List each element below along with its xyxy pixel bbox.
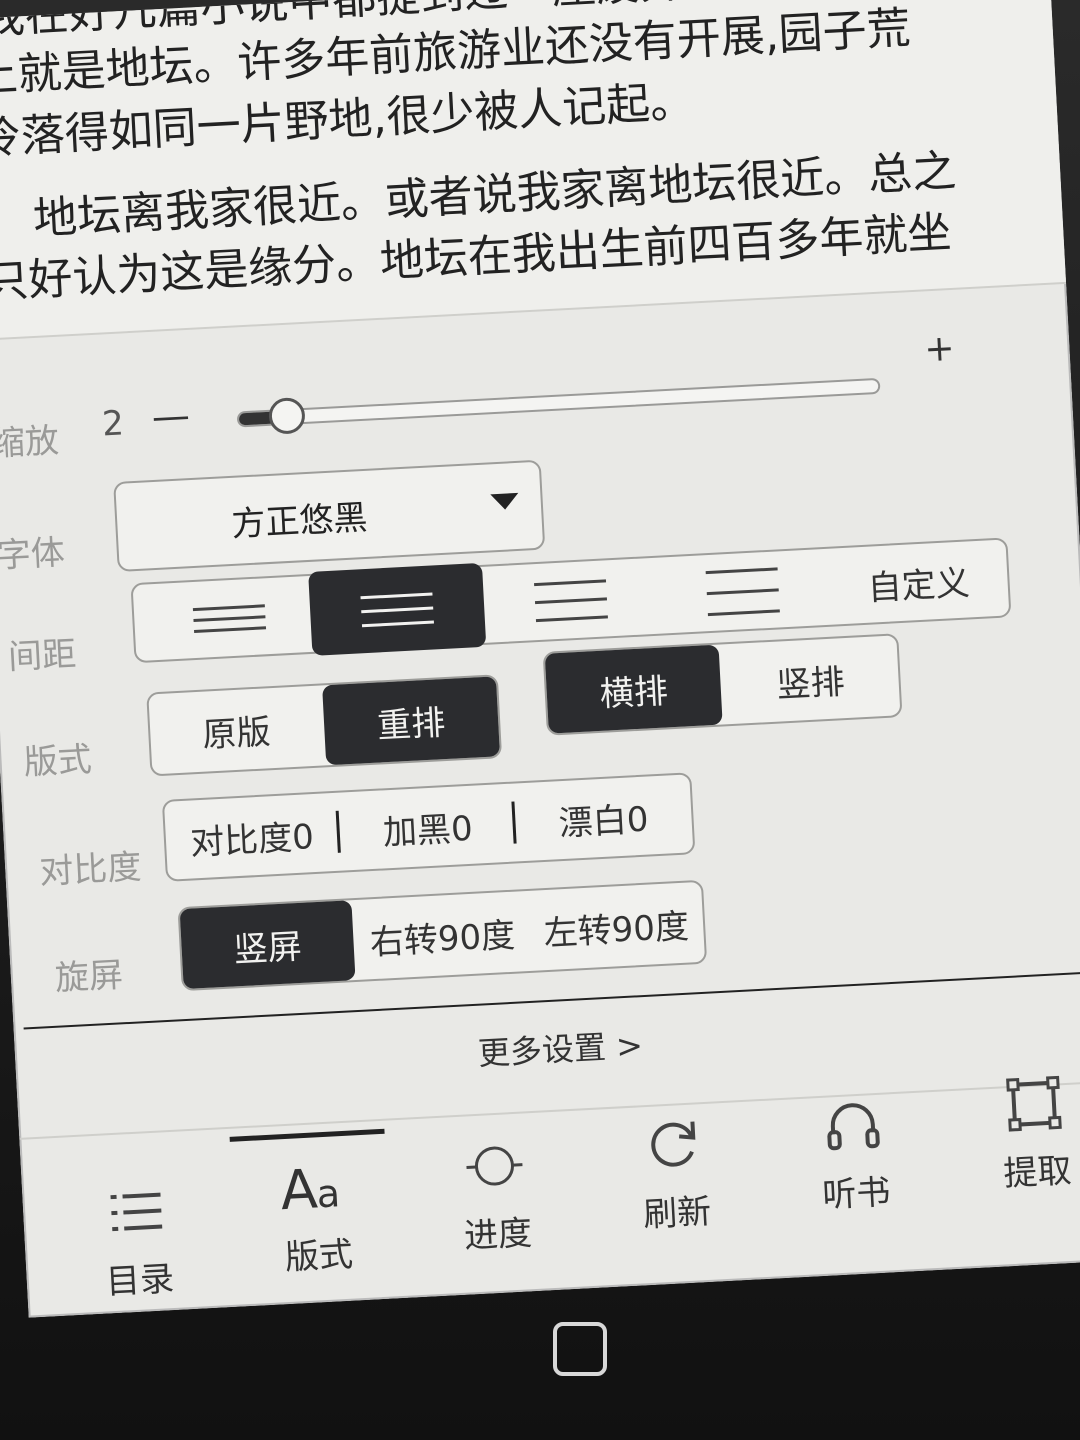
tab-label: 进度: [463, 1213, 534, 1257]
tab-toc[interactable]: 目录: [60, 1173, 216, 1306]
tab-label: 刷新: [642, 1191, 713, 1236]
spacing-wider-icon: [705, 566, 780, 616]
tab-extract[interactable]: 提取: [957, 1065, 1080, 1198]
contrast-label: 对比度: [38, 847, 143, 893]
zoom-value: 2: [101, 403, 125, 445]
ereader-device: 我在好几篇小说中都提到过一座废弃的古园,实际 上就是地坛。许多年前旅游业还没有开…: [0, 0, 1080, 1440]
zoom-plus-button[interactable]: +: [923, 328, 955, 371]
whiten-button[interactable]: 漂白0: [515, 774, 691, 861]
spacing-wide-icon: [533, 578, 608, 622]
ereader-screen: 我在好几篇小说中都提到过一座废弃的古园,实际 上就是地坛。许多年前旅游业还没有开…: [0, 0, 1080, 1318]
list-icon: [60, 1173, 213, 1251]
headphones-icon: [776, 1086, 929, 1164]
zoom-slider[interactable]: [236, 377, 881, 435]
spacing-compact-icon: [192, 603, 267, 633]
horizontal-text-button[interactable]: 横排: [544, 644, 723, 734]
font-select[interactable]: 方正悠黑: [113, 459, 546, 572]
home-button[interactable]: [553, 1322, 607, 1376]
spacing-custom-button[interactable]: 自定义: [832, 540, 1006, 625]
rotate-left-button[interactable]: 左转90度: [529, 882, 703, 971]
contrast-controls: 对比度0 加黑0 漂白0: [161, 772, 696, 882]
svg-text:A: A: [279, 1158, 319, 1218]
tab-label: 目录: [104, 1259, 175, 1303]
tab-label: 提取: [1002, 1150, 1073, 1195]
spacing-normal-icon: [360, 592, 434, 627]
spacing-option-1[interactable]: [143, 576, 317, 661]
darken-button[interactable]: 加黑0: [340, 784, 516, 871]
tab-progress[interactable]: 进度: [418, 1127, 574, 1260]
tab-format[interactable]: Aa 版式: [239, 1149, 395, 1282]
original-layout-button[interactable]: 原版: [148, 686, 324, 775]
more-settings-link[interactable]: 更多设置 >: [15, 996, 1080, 1099]
spacing-option-3[interactable]: [484, 558, 658, 643]
tab-listen[interactable]: 听书: [776, 1086, 932, 1219]
tab-label: 版式: [283, 1234, 354, 1279]
spacing-option-4[interactable]: [656, 549, 830, 634]
contrast-button[interactable]: 对比度0: [164, 793, 340, 880]
format-mode-toggle: 原版 重排: [146, 674, 503, 777]
reflow-layout-button[interactable]: 重排: [322, 676, 501, 766]
text-direction-toggle: 横排 竖排: [542, 633, 903, 736]
font-label: 字体: [0, 532, 66, 577]
spacing-label: 间距: [7, 634, 78, 678]
zoom-minus-button[interactable]: —: [151, 393, 191, 439]
vertical-text-button[interactable]: 竖排: [720, 635, 900, 724]
portrait-button[interactable]: 竖屏: [179, 900, 356, 990]
progress-circle-icon: [418, 1127, 571, 1205]
zoom-label: 缩放: [0, 420, 60, 465]
svg-text:a: a: [316, 1171, 342, 1216]
font-selected-value: 方正悠黑: [230, 497, 369, 545]
dropdown-arrow-icon: [490, 492, 520, 511]
tab-refresh[interactable]: 刷新: [597, 1106, 753, 1239]
rotate-right-button[interactable]: 右转90度: [355, 891, 529, 980]
refresh-icon: [597, 1106, 750, 1184]
rotate-label: 旋屏: [54, 955, 125, 999]
spacing-option-2[interactable]: [308, 562, 487, 656]
zoom-slider-thumb[interactable]: [267, 396, 306, 435]
font-aa-icon: Aa: [239, 1149, 392, 1227]
rotation-controls: 竖屏 右转90度 左转90度: [177, 879, 708, 992]
layout-settings-panel: 缩放 2 — + 字体 方正悠黑 间距 自定义 版式 原版 重排 横排 竖排 对…: [0, 282, 1080, 1318]
active-tab-indicator: [229, 1128, 385, 1142]
format-label: 版式: [22, 739, 93, 784]
tab-label: 听书: [821, 1172, 892, 1216]
crop-extract-icon: [957, 1065, 1080, 1143]
